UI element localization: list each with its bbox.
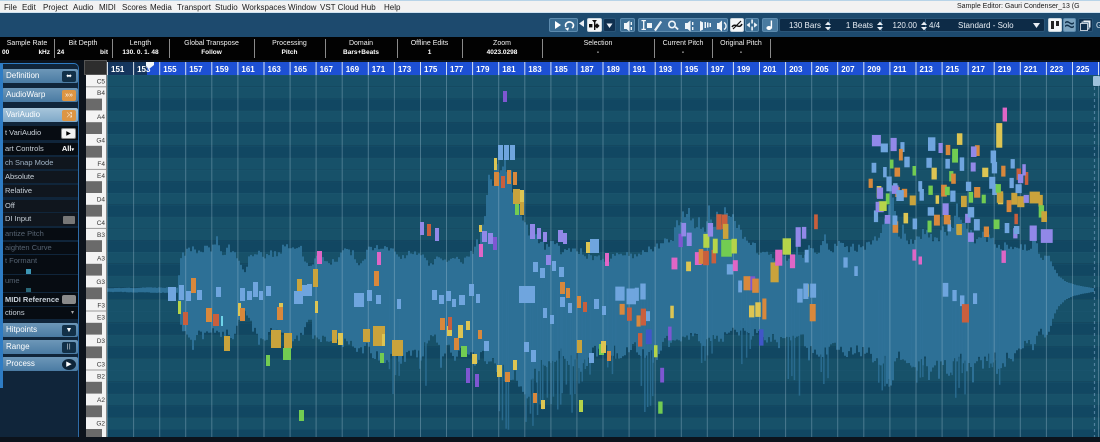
svg-text:179: 179 (476, 65, 490, 74)
svg-text:165: 165 (294, 65, 308, 74)
svg-text:C4: C4 (97, 220, 106, 227)
svg-text:187: 187 (580, 65, 594, 74)
svg-text:B2: B2 (97, 373, 105, 380)
svg-text:197: 197 (711, 65, 725, 74)
svg-text:195: 195 (685, 65, 699, 74)
svg-text:193: 193 (659, 65, 673, 74)
svg-text:225: 225 (1076, 65, 1090, 74)
svg-text:205: 205 (815, 65, 829, 74)
svg-text:159: 159 (215, 65, 229, 74)
svg-text:209: 209 (867, 65, 881, 74)
svg-text:C5: C5 (97, 78, 106, 85)
svg-text:B3: B3 (97, 232, 105, 239)
svg-text:F4: F4 (97, 161, 105, 168)
svg-text:169: 169 (346, 65, 360, 74)
svg-text:183: 183 (528, 65, 542, 74)
svg-text:171: 171 (372, 65, 386, 74)
svg-text:D3: D3 (97, 338, 106, 345)
svg-text:A3: A3 (97, 255, 105, 262)
svg-text:167: 167 (320, 65, 334, 74)
svg-text:203: 203 (789, 65, 803, 74)
svg-text:E4: E4 (97, 173, 105, 180)
svg-text:163: 163 (268, 65, 282, 74)
svg-text:175: 175 (424, 65, 438, 74)
svg-text:F3: F3 (97, 303, 105, 310)
svg-text:207: 207 (841, 65, 855, 74)
svg-text:217: 217 (972, 65, 986, 74)
svg-text:185: 185 (554, 65, 568, 74)
svg-text:G2: G2 (96, 421, 105, 428)
svg-text:G4: G4 (96, 137, 105, 144)
svg-text:223: 223 (1050, 65, 1064, 74)
svg-text:173: 173 (398, 65, 412, 74)
svg-text:151: 151 (111, 65, 125, 74)
svg-text:157: 157 (189, 65, 203, 74)
svg-text:E3: E3 (97, 314, 105, 321)
svg-text:211: 211 (893, 65, 906, 74)
svg-text:219: 219 (998, 65, 1012, 74)
svg-text:181: 181 (502, 65, 516, 74)
svg-text:161: 161 (241, 65, 255, 74)
svg-text:177: 177 (450, 65, 464, 74)
svg-text:199: 199 (737, 65, 751, 74)
svg-text:A4: A4 (97, 114, 105, 121)
svg-text:A2: A2 (97, 397, 105, 404)
svg-text:G3: G3 (96, 279, 105, 286)
svg-text:C3: C3 (97, 362, 106, 369)
svg-text:201: 201 (763, 65, 777, 74)
svg-text:D4: D4 (97, 196, 106, 203)
svg-text:B4: B4 (97, 90, 105, 97)
svg-text:215: 215 (946, 65, 960, 74)
svg-text:213: 213 (920, 65, 934, 74)
svg-text:155: 155 (163, 65, 177, 74)
svg-text:189: 189 (607, 65, 621, 74)
svg-text:191: 191 (633, 65, 647, 74)
svg-text:221: 221 (1024, 65, 1038, 74)
